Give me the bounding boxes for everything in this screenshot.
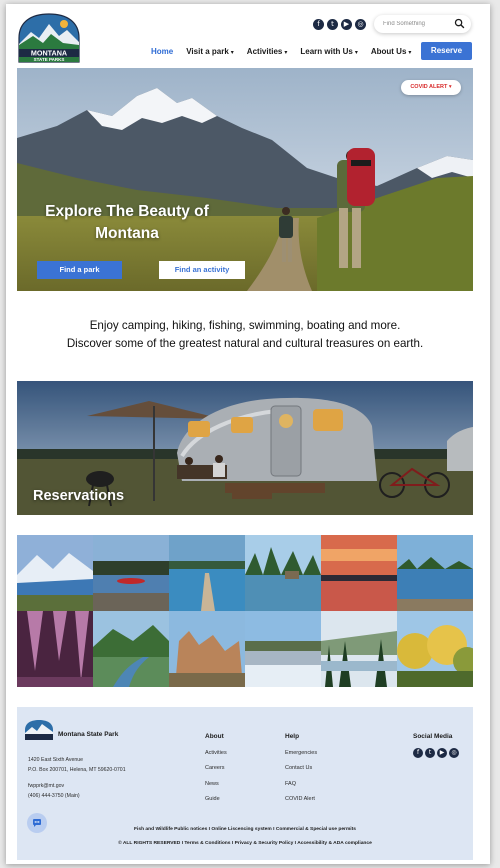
site-footer: Montana State Park 1420 East Sixth Avenu… xyxy=(17,707,473,860)
gallery-photo-sunset-lake[interactable] xyxy=(321,535,397,611)
youtube-icon[interactable]: ▶ xyxy=(437,748,447,758)
footer-phone: (406) 444-3750 (Main) xyxy=(28,793,80,799)
nav-about-us[interactable]: About Us ▾ xyxy=(371,47,412,56)
nav-activities[interactable]: Activities ▾ xyxy=(247,47,288,56)
intro-line-2: Discover some of the greatest natural an… xyxy=(66,337,424,350)
gallery-photo-kayak[interactable] xyxy=(93,535,169,611)
nav-home-label: Home xyxy=(151,47,174,56)
gallery-photo-rock-formation[interactable] xyxy=(169,611,245,687)
reservations-card[interactable]: Reservations xyxy=(17,381,473,515)
nav-home[interactable]: Home xyxy=(151,47,173,56)
gallery-photo-dam[interactable] xyxy=(245,611,321,687)
nav-visit-a-park[interactable]: Visit a park ▾ xyxy=(186,47,234,56)
gallery-photo-cave[interactable] xyxy=(17,611,93,687)
hero-title: Explore The Beauty of Montana xyxy=(27,201,227,245)
chevron-down-icon: ▾ xyxy=(230,50,234,56)
footer-link-news[interactable]: News xyxy=(205,781,219,787)
gallery-photo-river-valley[interactable] xyxy=(93,611,169,687)
youtube-icon[interactable]: ▶ xyxy=(341,19,352,30)
chevron-down-icon: ▾ xyxy=(408,50,412,56)
nav-learn-with-us[interactable]: Learn with Us ▾ xyxy=(300,47,357,56)
gallery-photo-forest-lake[interactable] xyxy=(245,535,321,611)
chevron-down-icon: ▾ xyxy=(448,84,452,90)
footer-help-heading: Help xyxy=(285,733,300,740)
search-icon[interactable] xyxy=(454,18,465,29)
hero-title-line-2: Montana xyxy=(95,225,159,242)
photo-gallery xyxy=(17,535,473,687)
montana-state-parks-logo[interactable]: MONTANA STATE PARKS xyxy=(17,12,81,64)
gallery-photo-autumn-trees[interactable] xyxy=(397,611,473,687)
gallery-photo-dock[interactable] xyxy=(169,535,245,611)
twitter-icon[interactable]: t xyxy=(425,748,435,758)
search-input[interactable] xyxy=(383,18,451,30)
footer-link-emergencies[interactable]: Emergencies xyxy=(285,750,317,756)
nav-about-us-label: About Us xyxy=(370,47,407,56)
header-social-links: f t ▶ ◎ xyxy=(313,19,366,30)
footer-notices-links[interactable]: Fish and Wildlife Public notices I Onlin… xyxy=(17,827,473,832)
footer-link-covid-alert[interactable]: COVID Alert xyxy=(285,796,315,802)
footer-address-line-1: 1420 East Sixth Avenue xyxy=(28,757,83,763)
footer-social-heading: Social Media xyxy=(413,733,453,740)
logo-line-2: STATE PARKS xyxy=(34,57,65,62)
footer-logo[interactable] xyxy=(24,719,54,741)
facebook-icon[interactable]: f xyxy=(413,748,423,758)
twitter-icon[interactable]: t xyxy=(327,19,338,30)
nav-activities-label: Activities xyxy=(246,47,283,56)
gallery-photo-mountain-lake[interactable] xyxy=(17,535,93,611)
find-a-park-button[interactable]: Find a park xyxy=(37,261,122,279)
footer-link-activities[interactable]: Activities xyxy=(205,750,227,756)
nav-learn-with-us-label: Learn with Us xyxy=(300,47,353,56)
footer-about-heading: About xyxy=(205,733,224,740)
footer-park-name: Montana State Park xyxy=(58,731,119,738)
chevron-down-icon: ▾ xyxy=(284,50,288,56)
reservations-label: Reservations xyxy=(33,488,125,504)
gallery-photo-pond[interactable] xyxy=(397,535,473,611)
chevron-down-icon: ▾ xyxy=(354,50,358,56)
page: MONTANA STATE PARKS f t ▶ ◎ Home Visit a… xyxy=(6,4,490,864)
instagram-icon[interactable]: ◎ xyxy=(449,748,459,758)
main-nav: Home Visit a park ▾ Activities ▾ Learn wit… xyxy=(151,47,424,56)
footer-address-line-2: P.O. Box 200701, Helena, MT 59620-0701 xyxy=(28,767,126,773)
nav-visit-a-park-label: Visit a park xyxy=(186,47,229,56)
footer-social-links: f t ▶ ◎ xyxy=(413,748,459,758)
gallery-photo-river-forest[interactable] xyxy=(321,611,397,687)
facebook-icon[interactable]: f xyxy=(313,19,324,30)
find-an-activity-button[interactable]: Find an activity xyxy=(159,261,245,279)
footer-link-careers[interactable]: Careers xyxy=(205,765,225,771)
covid-alert-button[interactable]: COVID ALERT ▾ xyxy=(401,80,461,95)
search-box xyxy=(374,15,471,33)
footer-link-faq[interactable]: FAQ xyxy=(285,781,296,787)
hero-banner: COVID ALERT ▾ Explore The Beauty of Mont… xyxy=(17,68,473,291)
covid-alert-label: COVID ALERT xyxy=(410,84,448,90)
footer-link-contact-us[interactable]: Contact Us xyxy=(285,765,312,771)
footer-legal-links[interactable]: © ALL RIGHTS RESERVED I Terms & Conditio… xyxy=(17,841,473,846)
footer-link-guide[interactable]: Guide xyxy=(205,796,220,802)
reserve-button[interactable]: Reserve xyxy=(421,42,472,60)
intro-line-1: Enjoy camping, hiking, fishing, swimming… xyxy=(89,319,401,332)
footer-email-link[interactable]: fwpprk@mt.gov xyxy=(28,783,64,789)
hero-image xyxy=(17,68,473,291)
hero-title-line-1: Explore The Beauty of xyxy=(45,203,209,220)
instagram-icon[interactable]: ◎ xyxy=(355,19,366,30)
intro-text: Enjoy camping, hiking, fishing, swimming… xyxy=(6,317,484,353)
